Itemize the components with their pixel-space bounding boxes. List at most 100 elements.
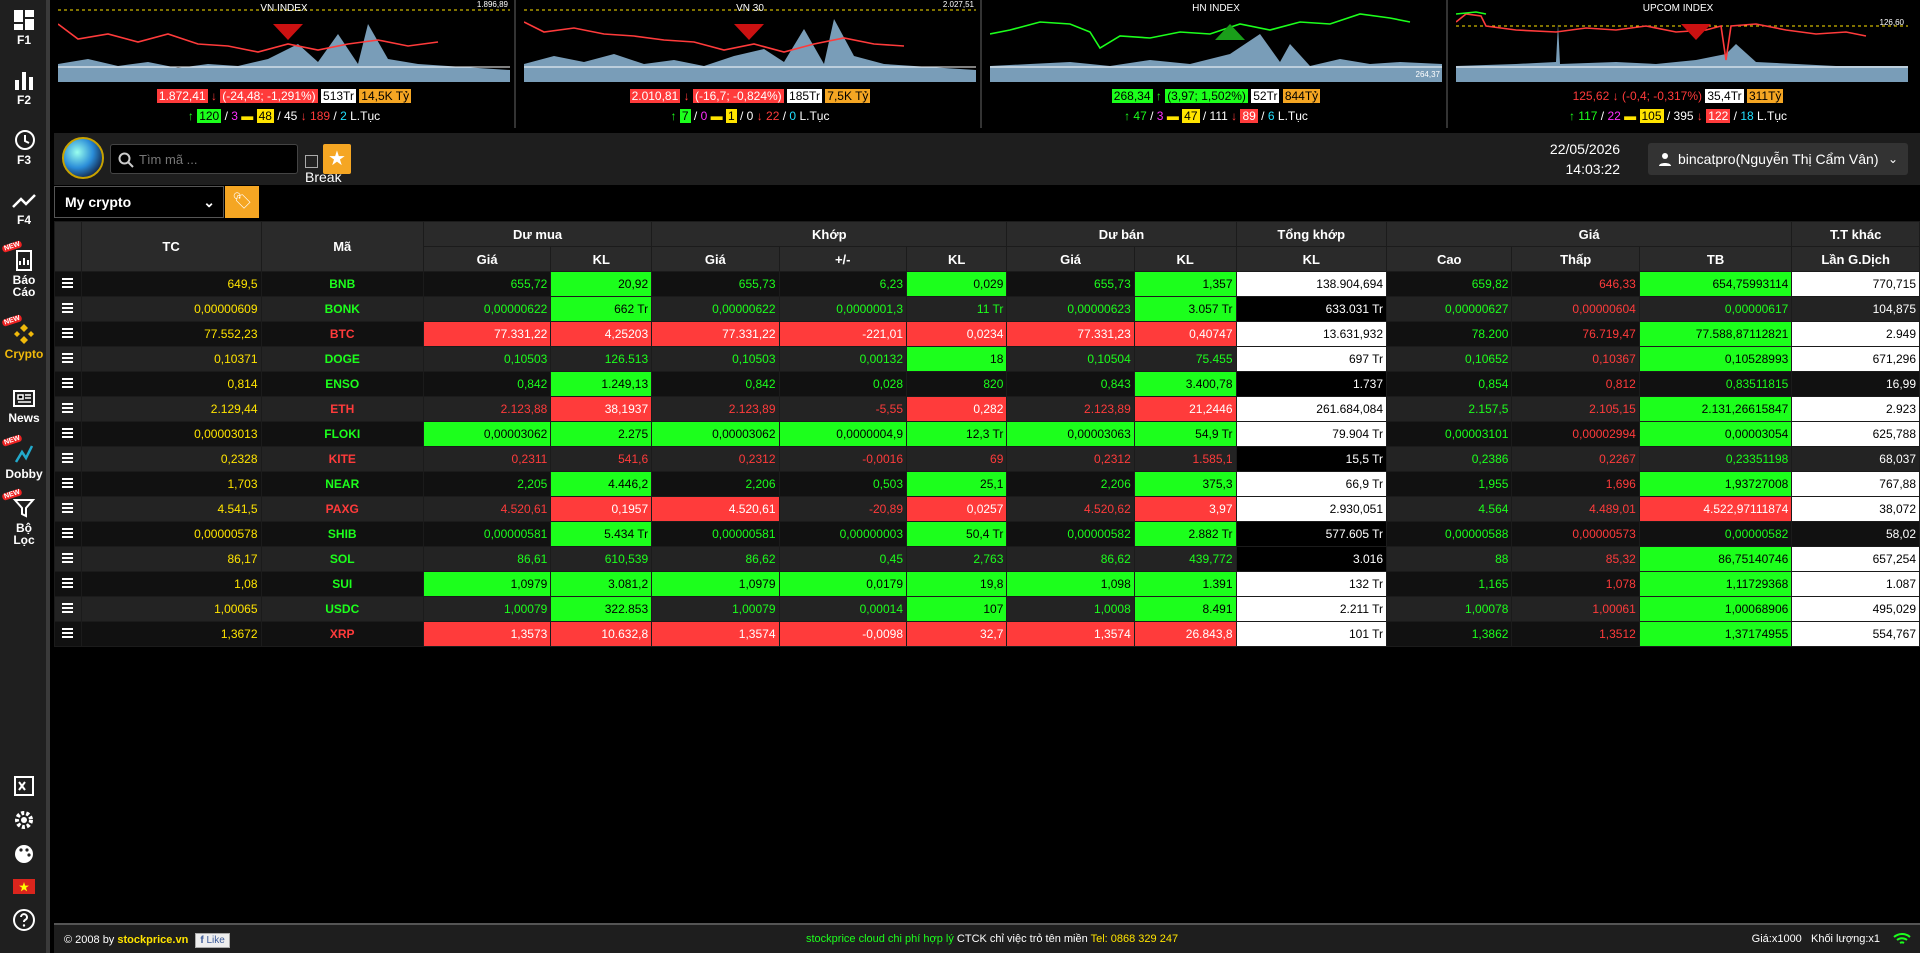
sidebar-item-bao-cao[interactable]: NEW Báo Cáo (0, 240, 48, 298)
search-input[interactable]: Tìm mã ... Break (110, 144, 342, 185)
footer-ad[interactable]: stockprice cloud chi phí hợp lý CTCK chỉ… (806, 933, 1178, 945)
brand-link[interactable]: stockprice.vn (117, 934, 188, 946)
trade-count-cell: 104,875 (1791, 296, 1920, 322)
trade-count-cell: 657,254 (1791, 546, 1920, 572)
row-menu-icon[interactable] (54, 346, 82, 372)
row-menu-icon[interactable] (54, 621, 82, 647)
symbol-cell[interactable]: SUI (260, 571, 424, 597)
trade-count-cell: 495,029 (1791, 596, 1920, 622)
table-row[interactable]: 0,00000609 BONK 0,00000622 662 Tr 0,00000622… (54, 296, 1920, 322)
theme-button[interactable] (0, 840, 48, 868)
symbol-cell[interactable]: XRP (260, 621, 424, 647)
row-menu-icon[interactable] (54, 546, 82, 572)
ask-price-cell: 1,3574 (1006, 621, 1135, 647)
sidebar-item-f4[interactable]: F4 (0, 186, 48, 226)
table-row[interactable]: 1,08 SUI 1,0979 3.081,2 1,0979 0,0179 19,8 1,09… (54, 571, 1920, 597)
symbol-cell[interactable]: DOGE (260, 346, 424, 372)
ref-price-cell: 1,08 (80, 571, 262, 597)
globe-logo-icon[interactable] (62, 137, 104, 179)
symbol-cell[interactable]: ETH (260, 396, 424, 422)
row-menu-icon[interactable] (54, 321, 82, 347)
row-menu-icon[interactable] (54, 421, 82, 447)
symbol-cell[interactable]: SHIB (260, 521, 424, 547)
row-menu-icon[interactable] (54, 496, 82, 522)
index-panel-vnindex[interactable]: VN INDEX 1.872,41 ↓ (-24,48; -1,291%) 51… (54, 0, 516, 128)
symbol-cell[interactable]: ENSO (260, 371, 424, 397)
sidebar-item-label: Crypto (4, 347, 44, 361)
sidebar-item-news[interactable]: News (0, 384, 48, 424)
symbol-cell[interactable]: KITE (260, 446, 424, 472)
total-volume-cell: 633.031 Tr (1235, 296, 1388, 322)
help-button[interactable] (0, 906, 48, 934)
total-volume-cell: 3.016 (1235, 546, 1388, 572)
table-row[interactable]: 86,17 SOL 86,61 610,539 86,62 0,45 2,763 86,62 4… (54, 546, 1920, 572)
toolbar: Tìm mã ... Break ★ 22/05/2026 14:03:22 bi… (54, 133, 1920, 185)
ref-price-cell: 0,00000609 (80, 296, 262, 322)
table-row[interactable]: 1,703 NEAR 2,205 4.446,2 2,206 0,503 25,1 2,206… (54, 471, 1920, 497)
excel-button[interactable] (0, 772, 48, 800)
sidebar-item-f2[interactable]: F2 (0, 66, 48, 106)
symbol-cell[interactable]: BONK (260, 296, 424, 322)
table-row[interactable]: 77.552,23 BTC 77.331,22 4,25203 77.331,22 -22… (54, 321, 1920, 347)
settings-button[interactable] (0, 806, 48, 834)
table-row[interactable]: 0,2328 KITE 0,2311 541,6 0,2312 -0,0016 69 0,23… (54, 446, 1920, 472)
index-panel-vn30[interactable]: VN 30 2.010,81 ↓ (-16,7; -0,824%) 185Tr … (520, 0, 982, 128)
row-menu-icon[interactable] (54, 446, 82, 472)
row-menu-icon[interactable] (54, 271, 82, 297)
row-menu-icon[interactable] (54, 471, 82, 497)
ref-price-cell: 1,3672 (80, 621, 262, 647)
bid-volume-cell: 126.513 (550, 346, 653, 372)
table-row[interactable]: 0,814 ENSO 0,842 1.249,13 0,842 0,028 820 0,843… (54, 371, 1920, 397)
table-row[interactable]: 1,3672 XRP 1,3573 10.632,8 1,3574 -0,0098 32,7… (54, 621, 1920, 647)
ask-volume-cell: 1.391 (1133, 571, 1237, 597)
sidebar-item-f3[interactable]: F3 (0, 126, 48, 166)
table-row[interactable]: 2.129,44 ETH 2.123,88 38,1937 2.123,89 -5,55 0… (54, 396, 1920, 422)
ask-volume-cell: 1.585,1 (1133, 446, 1237, 472)
header-ma: Mã (260, 221, 424, 272)
table-row[interactable]: 0,00003013 FLOKI 0,00003062 2.275 0,00003062… (54, 421, 1920, 447)
ask-volume-cell: 3.400,78 (1133, 371, 1237, 397)
table-row[interactable]: 1,00065 USDC 1,00079 322.853 1,00079 0,00014 1… (54, 596, 1920, 622)
tag-button[interactable]: 🏷 (225, 186, 259, 218)
watchlist-select[interactable]: My crypto ⌄ (54, 186, 224, 218)
sidebar-item-bo-loc[interactable]: NEW Bộ Lọc (0, 488, 48, 546)
table-row[interactable]: 0,10371 DOGE 0,10503 126.513 0,10503 0,00132 1… (54, 346, 1920, 372)
bid-volume-cell: 0,1957 (550, 496, 653, 522)
language-button[interactable] (0, 872, 48, 900)
avg-price-cell: 77.588,87112821 (1638, 321, 1793, 347)
ask-volume-cell: 2.882 Tr (1133, 521, 1237, 547)
row-menu-icon[interactable] (54, 296, 82, 322)
symbol-cell[interactable]: FLOKI (260, 421, 424, 447)
facebook-like-button[interactable]: f Like (195, 933, 230, 948)
symbol-cell[interactable]: PAXG (260, 496, 424, 522)
match-price-cell: 0,10503 (651, 346, 780, 372)
index-panel-hnindex[interactable]: HN INDEX 268,34 ↑ (3,97; 1,502%) 52Tr 84… (986, 0, 1448, 128)
high-price-cell: 0,00003101 (1385, 421, 1513, 447)
table-row[interactable]: 649,5 BNB 655,72 20,92 655,73 6,23 0,029 655,73… (54, 271, 1920, 297)
ask-volume-cell: 3.057 Tr (1133, 296, 1237, 322)
symbol-cell[interactable]: NEAR (260, 471, 424, 497)
row-menu-icon[interactable] (54, 371, 82, 397)
ref-price-cell: 0,10371 (80, 346, 262, 372)
favorite-star-button[interactable]: ★ (323, 144, 351, 174)
avg-price-cell: 0,23351198 (1638, 446, 1793, 472)
symbol-cell[interactable]: BNB (260, 271, 424, 297)
row-menu-icon[interactable] (54, 521, 82, 547)
subheader-match-price: Giá (651, 246, 780, 272)
index-panel-upcom[interactable]: UPCOM INDEX 125,62 ↓ (-0,4; -0,317%) 35,… (1452, 0, 1920, 128)
symbol-cell[interactable]: SOL (260, 546, 424, 572)
row-menu-icon[interactable] (54, 571, 82, 597)
wifi-icon (1893, 933, 1911, 944)
footer: © 2008 by stockprice.vn f Like stockpric… (54, 923, 1920, 953)
row-menu-icon[interactable] (54, 396, 82, 422)
sidebar-item-f1[interactable]: F1 (0, 6, 48, 46)
symbol-cell[interactable]: BTC (260, 321, 424, 347)
symbol-cell[interactable]: USDC (260, 596, 424, 622)
table-row[interactable]: 0,00000578 SHIB 0,00000581 5.434 Tr 0,000005… (54, 521, 1920, 547)
bid-volume-cell: 610,539 (550, 546, 653, 572)
sidebar-item-dobby[interactable]: NEW Dobby (0, 434, 48, 480)
table-row[interactable]: 4.541,5 PAXG 4.520,61 0,1957 4.520,61 -20,89 0… (54, 496, 1920, 522)
sidebar-item-crypto[interactable]: NEW Crypto (0, 314, 48, 361)
row-menu-icon[interactable] (54, 596, 82, 622)
user-menu[interactable]: bincatpro(Nguyễn Thị Cẩm Vân) ⌄ (1648, 143, 1908, 175)
